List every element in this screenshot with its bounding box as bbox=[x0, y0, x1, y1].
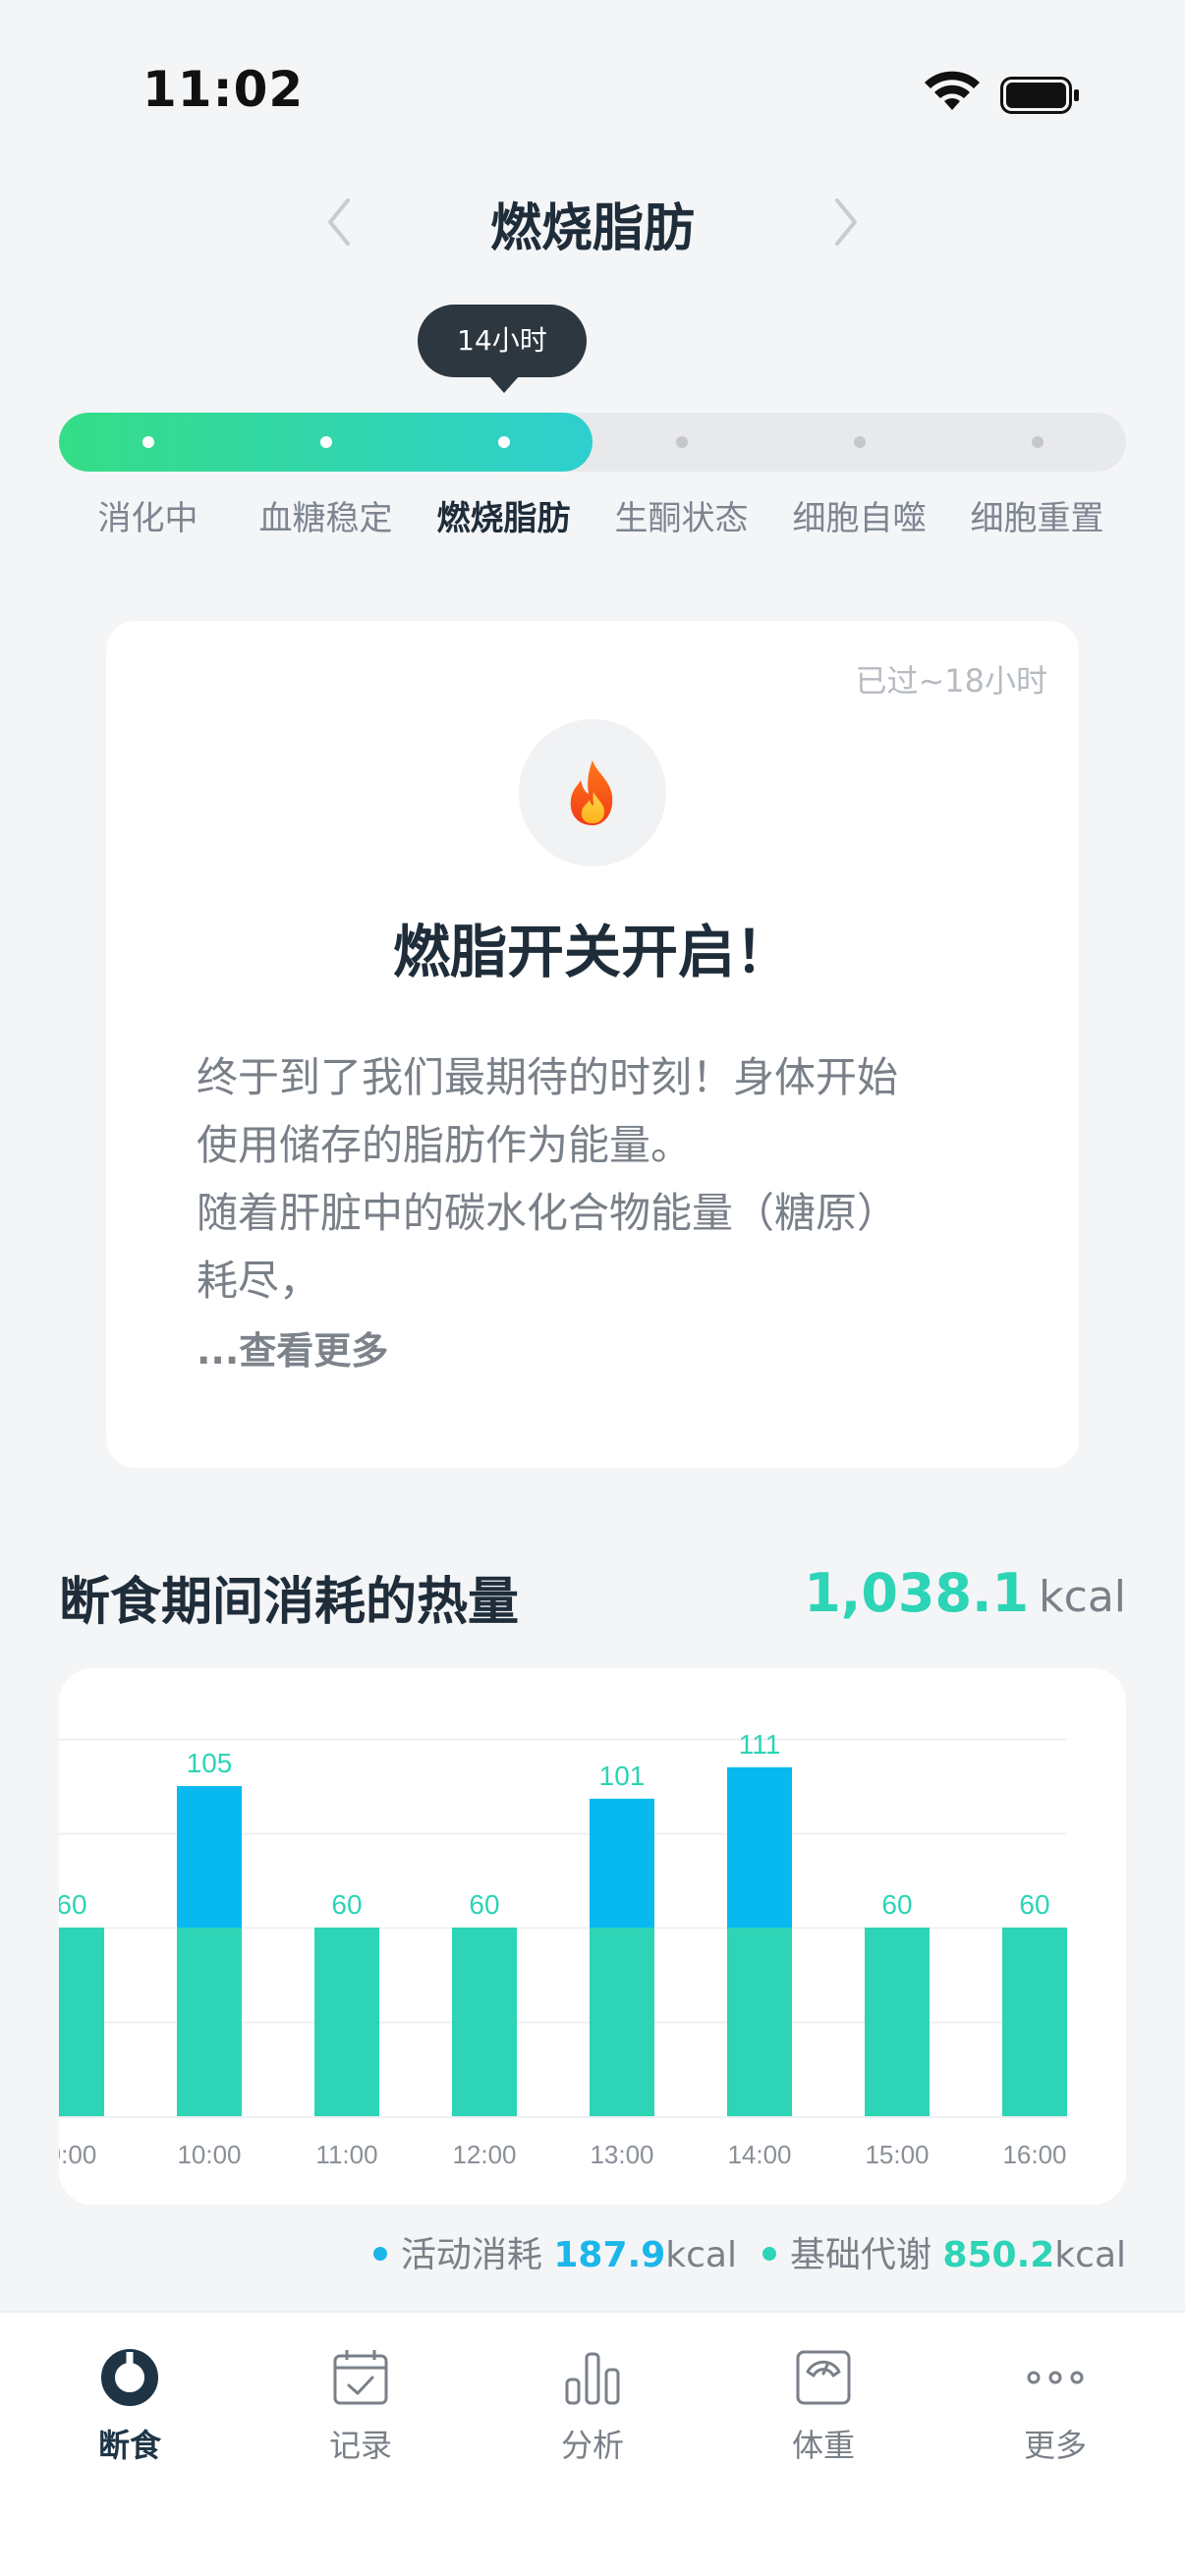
chart-bar-segment bbox=[590, 1798, 654, 1928]
calendar-check-icon bbox=[333, 2350, 388, 2405]
chart-x-tick-label: 11:00 bbox=[315, 2140, 377, 2169]
chart-value-label: 60 bbox=[1019, 1889, 1049, 1920]
bottom-tab-bar: 断食 记录 分析 体重 更多 bbox=[0, 2311, 1185, 2576]
stage-info-card: 已过~18小时 燃脂开关开启！ 终于到了我们最期待的时刻！身体开始 使用储存的脂… bbox=[106, 621, 1079, 1468]
tab-more[interactable]: 更多 bbox=[957, 2346, 1154, 2484]
tab-label: 断食 bbox=[97, 2427, 161, 2464]
description-line: 耗尽， bbox=[197, 1257, 321, 1305]
legend-active-value: 187.9 bbox=[553, 2235, 666, 2275]
calories-total-value: 1,038.1 bbox=[804, 1562, 1030, 1624]
stage-labels: 消化中 血糖稳定 燃烧脂肪 生酮状态 细胞自噬 细胞重置 bbox=[0, 491, 1185, 550]
stage-progress-bar bbox=[59, 413, 1126, 472]
tooltip-pointer bbox=[488, 375, 520, 393]
more-dots-icon bbox=[1027, 2371, 1084, 2384]
view-more-link[interactable]: ...查看更多 bbox=[197, 1320, 388, 1374]
chart-x-tick-label: 10:00 bbox=[177, 2140, 241, 2169]
stage-marker-dot bbox=[141, 436, 154, 448]
legend-base-unit: kcal bbox=[1054, 2235, 1126, 2275]
tab-label: 更多 bbox=[1023, 2427, 1087, 2464]
stage-marker-dot bbox=[675, 436, 688, 448]
stage-marker-dot bbox=[853, 436, 866, 448]
stage-label[interactable]: 生酮状态 bbox=[593, 491, 770, 539]
calories-chart-card: 60 9:00 105 10:00 60 11:00 60 12:00 101 13:00 111 1… bbox=[59, 1668, 1126, 2205]
status-time: 11:02 bbox=[142, 61, 305, 118]
description-line: 终于到了我们最期待的时刻！身体开始 bbox=[197, 1053, 899, 1101]
chart-bar-segment bbox=[865, 1928, 930, 2116]
fasting-ring-icon bbox=[101, 2349, 158, 2406]
chart-value-label: 105 bbox=[187, 1748, 233, 1778]
calories-bar-chart: 60 9:00 105 10:00 60 11:00 60 12:00 101 13:00 111 1… bbox=[59, 1729, 1067, 2169]
chevron-right-icon[interactable] bbox=[819, 195, 869, 250]
stage-label[interactable]: 细胞自噬 bbox=[771, 491, 948, 539]
chart-value-label: 111 bbox=[739, 1729, 781, 1760]
legend-active-dot bbox=[372, 2247, 387, 2261]
stage-marker-dot bbox=[319, 436, 332, 448]
stage-marker-dot bbox=[1031, 436, 1044, 448]
stage-header: 燃烧脂肪 bbox=[0, 187, 1185, 258]
legend-base-dot bbox=[762, 2247, 776, 2261]
tab-weight[interactable]: 体重 bbox=[725, 2346, 922, 2484]
chart-value-label: 101 bbox=[599, 1761, 646, 1791]
stage-label[interactable]: 细胞重置 bbox=[949, 491, 1126, 539]
chart-bar-segment bbox=[1002, 1928, 1067, 2116]
chart-x-tick-label: 15:00 bbox=[865, 2140, 929, 2169]
wifi-icon bbox=[925, 71, 980, 110]
chart-bar-segment bbox=[727, 1766, 792, 1928]
legend-active-unit: kcal bbox=[665, 2235, 737, 2275]
calories-total-unit: kcal bbox=[1039, 1572, 1126, 1622]
bar-chart-icon bbox=[565, 2352, 620, 2405]
stage-label[interactable]: 血糖稳定 bbox=[238, 491, 415, 539]
flame-icon-badge bbox=[519, 719, 666, 867]
legend-base-value: 850.2 bbox=[942, 2235, 1055, 2275]
stage-title: 燃烧脂肪 bbox=[489, 199, 695, 258]
chart-bar-segment bbox=[314, 1928, 379, 2116]
tab-label: 分析 bbox=[560, 2427, 624, 2464]
legend-active-label: 活动消耗 bbox=[400, 2235, 542, 2275]
chart-legend: 活动消耗 187.9kcal 基础代谢 850.2kcal bbox=[372, 2226, 1126, 2277]
tab-fasting[interactable]: 断食 bbox=[31, 2346, 228, 2484]
chart-bar-segment bbox=[727, 1928, 792, 2116]
chart-value-label: 60 bbox=[59, 1889, 87, 1920]
description-line: 使用储存的脂肪作为能量。 bbox=[197, 1121, 693, 1169]
status-bar: 11:02 bbox=[0, 0, 1185, 187]
scale-icon bbox=[796, 2350, 851, 2405]
card-title: 燃脂开关开启！ bbox=[392, 919, 792, 985]
calories-total: 1,038.1 kcal bbox=[804, 1562, 1126, 1624]
tab-records[interactable]: 记录 bbox=[262, 2346, 459, 2484]
tab-label: 记录 bbox=[328, 2427, 392, 2464]
legend-base-label: 基础代谢 bbox=[789, 2235, 931, 2275]
stage-label[interactable]: 燃烧脂肪 bbox=[416, 491, 592, 539]
calories-section-title: 断食期间消耗的热量 bbox=[59, 1573, 520, 1632]
chart-x-tick-label: 13:00 bbox=[590, 2140, 653, 2169]
chart-value-label: 60 bbox=[881, 1889, 912, 1920]
tab-analysis[interactable]: 分析 bbox=[494, 2346, 691, 2484]
chart-bar-segment bbox=[177, 1786, 242, 1928]
chart-bar-segment bbox=[59, 1928, 104, 2116]
chart-x-tick-label: 14:00 bbox=[727, 2140, 791, 2169]
chart-bar-segment bbox=[177, 1928, 242, 2116]
chart-bar-segment bbox=[590, 1928, 654, 2116]
stage-label[interactable]: 消化中 bbox=[60, 491, 237, 539]
flame-icon bbox=[570, 760, 613, 825]
card-description: 终于到了我们最期待的时刻！身体开始 使用储存的脂肪作为能量。 随着肝脏中的碳水化… bbox=[197, 1043, 1002, 1315]
elapsed-tooltip: 14小时 bbox=[418, 305, 587, 377]
battery-icon bbox=[1000, 77, 1079, 114]
chart-value-label: 60 bbox=[331, 1889, 362, 1920]
chart-x-tick-label: 16:00 bbox=[1002, 2140, 1066, 2169]
chart-x-tick-label: 12:00 bbox=[452, 2140, 516, 2169]
chart-x-tick-label: 9:00 bbox=[59, 2140, 96, 2169]
chart-bar-segment bbox=[452, 1928, 517, 2116]
tab-label: 体重 bbox=[791, 2427, 855, 2464]
stage-marker-dot bbox=[497, 436, 510, 448]
chart-value-label: 60 bbox=[469, 1889, 499, 1920]
description-line: 随着肝脏中的碳水化合物能量（糖原） bbox=[197, 1189, 899, 1237]
elapsed-time: 已过~18小时 bbox=[855, 662, 1047, 700]
